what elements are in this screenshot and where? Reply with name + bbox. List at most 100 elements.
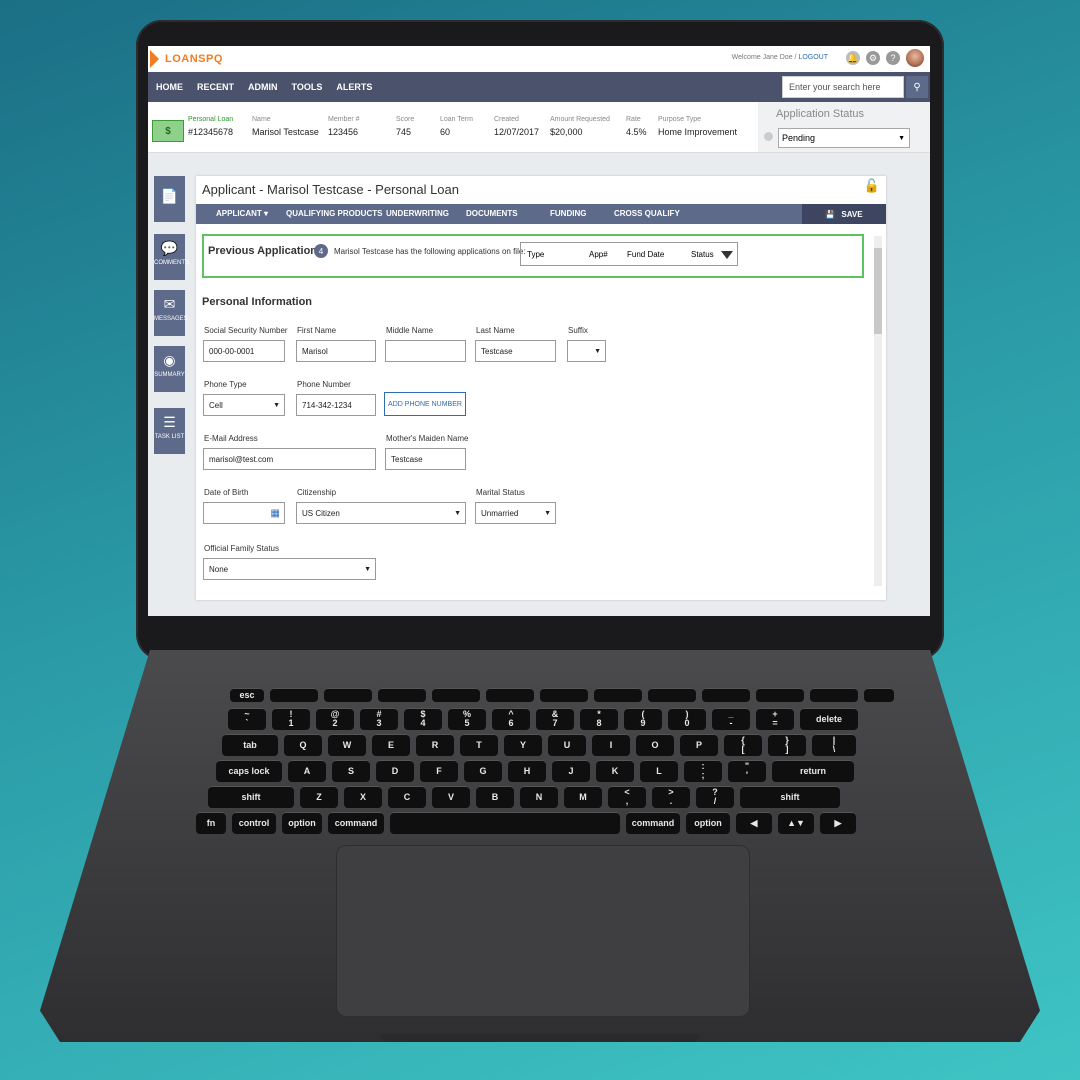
keyboard-key[interactable]: " ' xyxy=(728,760,766,782)
keyboard-key[interactable]: $ 4 xyxy=(404,708,442,730)
keyboard-key[interactable]: < , xyxy=(608,786,646,808)
keyboard-key[interactable]: W xyxy=(328,734,366,756)
keyboard-key[interactable]: ? / xyxy=(696,786,734,808)
keyboard-key[interactable]: Z xyxy=(300,786,338,808)
keyboard-key[interactable]: E xyxy=(372,734,410,756)
keyboard-key[interactable]: + = xyxy=(756,708,794,730)
keyboard-key[interactable]: @ 2 xyxy=(316,708,354,730)
keyboard-key[interactable]: I xyxy=(592,734,630,756)
keyboard-key[interactable]: P xyxy=(680,734,718,756)
keyboard-key[interactable]: ) 0 xyxy=(668,708,706,730)
phone-number-field[interactable]: 714-342-1234 xyxy=(296,394,376,416)
status-select[interactable]: Pending ▼ xyxy=(778,128,910,148)
keyboard-key[interactable]: M xyxy=(564,786,602,808)
keyboard-key[interactable]: Q xyxy=(284,734,322,756)
keyboard-key[interactable]: ( 9 xyxy=(624,708,662,730)
keyboard-key[interactable]: return xyxy=(772,760,854,782)
citizenship-select[interactable]: US Citizen ▼ xyxy=(296,502,466,524)
previous-applications-dropdown[interactable]: Type App# Fund Date Status xyxy=(520,242,738,266)
keyboard-key[interactable]: V xyxy=(432,786,470,808)
nav-admin[interactable]: ADMIN xyxy=(248,82,278,92)
keyboard-key[interactable]: } ] xyxy=(768,734,806,756)
keyboard-key[interactable] xyxy=(702,688,750,702)
tab-documents[interactable]: DOCUMENTS xyxy=(466,209,518,218)
first-name-field[interactable]: Marisol xyxy=(296,340,376,362)
keyboard-key[interactable]: * 8 xyxy=(580,708,618,730)
nav-alerts[interactable]: ALERTS xyxy=(336,82,372,92)
scrollbar[interactable] xyxy=(874,236,882,586)
keyboard-key[interactable]: O xyxy=(636,734,674,756)
keyboard-key[interactable]: D xyxy=(376,760,414,782)
keyboard-key[interactable]: L xyxy=(640,760,678,782)
avatar[interactable] xyxy=(906,49,924,67)
nav-recent[interactable]: RECENT xyxy=(197,82,234,92)
keyboard-key[interactable]: ^ 6 xyxy=(492,708,530,730)
dob-field[interactable]: ▦ xyxy=(203,502,285,524)
keyboard-key[interactable]: & 7 xyxy=(536,708,574,730)
lock-icon[interactable]: 🔓 xyxy=(864,178,880,194)
keyboard-key[interactable]: R xyxy=(416,734,454,756)
keyboard-key[interactable] xyxy=(378,688,426,702)
keyboard-key[interactable] xyxy=(324,688,372,702)
keyboard-key[interactable]: % 5 xyxy=(448,708,486,730)
search-input[interactable]: Enter your search here xyxy=(782,76,904,98)
keyboard-key[interactable]: control xyxy=(232,812,276,834)
keyboard-key[interactable]: J xyxy=(552,760,590,782)
keyboard-key[interactable]: K xyxy=(596,760,634,782)
keyboard-key[interactable]: > . xyxy=(652,786,690,808)
keyboard-key[interactable]: ~ ` xyxy=(228,708,266,730)
tab-funding[interactable]: FUNDING xyxy=(550,209,586,218)
keyboard-key[interactable]: shift xyxy=(740,786,840,808)
keyboard-key[interactable] xyxy=(432,688,480,702)
sidebar-item-summary[interactable]: ◉ SUMMARY xyxy=(154,346,185,392)
keyboard-key[interactable]: tab xyxy=(222,734,278,756)
marital-status-select[interactable]: Unmarried ▼ xyxy=(475,502,556,524)
keyboard-key[interactable]: Y xyxy=(504,734,542,756)
gear-icon[interactable]: ⚙ xyxy=(866,51,880,65)
sidebar-item-comments[interactable]: 💬 COMMENTS xyxy=(154,234,189,280)
keyboard-key[interactable]: caps lock xyxy=(216,760,282,782)
keyboard-key[interactable]: H xyxy=(508,760,546,782)
keyboard-key[interactable]: command xyxy=(626,812,680,834)
keyboard-key[interactable]: G xyxy=(464,760,502,782)
keyboard-key[interactable] xyxy=(594,688,642,702)
keyboard-key[interactable]: S xyxy=(332,760,370,782)
keyboard-key[interactable]: A xyxy=(288,760,326,782)
keyboard-key[interactable]: | \ xyxy=(812,734,856,756)
save-button[interactable]: 💾 SAVE xyxy=(802,204,886,224)
keyboard-key[interactable]: : ; xyxy=(684,760,722,782)
maiden-name-field[interactable]: Testcase xyxy=(385,448,466,470)
add-phone-number-button[interactable]: ADD PHONE NUMBER xyxy=(384,392,466,416)
keyboard-key[interactable] xyxy=(810,688,858,702)
keyboard-key[interactable]: option xyxy=(282,812,322,834)
keyboard-key[interactable]: ! 1 xyxy=(272,708,310,730)
keyboard-key[interactable]: _ - xyxy=(712,708,750,730)
keyboard-key[interactable]: # 3 xyxy=(360,708,398,730)
last-name-field[interactable]: Testcase xyxy=(475,340,556,362)
scrollbar-thumb[interactable] xyxy=(874,248,882,334)
keyboard-key[interactable]: esc xyxy=(230,688,264,702)
help-icon[interactable]: ? xyxy=(886,51,900,65)
tab-applicant[interactable]: APPLICANT ▾ xyxy=(216,209,268,218)
sidebar-item-messages[interactable]: ✉ MESSAGES xyxy=(154,290,188,336)
keyboard-key[interactable] xyxy=(270,688,318,702)
keyboard-key[interactable]: shift xyxy=(208,786,294,808)
nav-home[interactable]: HOME xyxy=(156,82,183,92)
search-button[interactable]: ⚲ xyxy=(906,76,928,98)
keyboard-key[interactable]: T xyxy=(460,734,498,756)
keyboard-key[interactable]: B xyxy=(476,786,514,808)
keyboard-key[interactable]: X xyxy=(344,786,382,808)
keyboard-key[interactable] xyxy=(486,688,534,702)
keyboard-key[interactable]: delete xyxy=(800,708,858,730)
keyboard-key[interactable]: U xyxy=(548,734,586,756)
keyboard-key[interactable]: fn xyxy=(196,812,226,834)
keyboard-key[interactable] xyxy=(540,688,588,702)
keyboard-key[interactable]: option xyxy=(686,812,730,834)
logout-link[interactable]: LOGOUT xyxy=(798,54,828,61)
family-status-select[interactable]: None ▼ xyxy=(203,558,376,580)
calendar-icon[interactable]: ▦ xyxy=(271,508,280,519)
keyboard-key[interactable]: command xyxy=(328,812,384,834)
keyboard-key[interactable] xyxy=(648,688,696,702)
keyboard-key[interactable] xyxy=(756,688,804,702)
trackpad[interactable] xyxy=(336,845,750,1017)
